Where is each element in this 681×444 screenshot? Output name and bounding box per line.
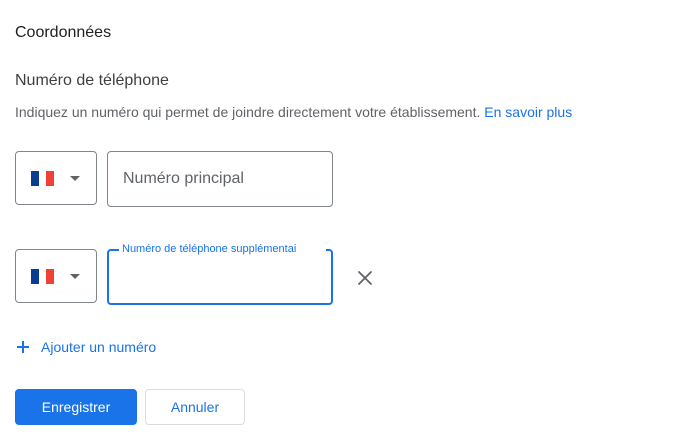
add-number-button[interactable]: Ajouter un numéro [15,337,156,357]
additional-country-select[interactable] [15,249,97,303]
add-number-label: Ajouter un numéro [41,339,157,355]
france-flag-icon [31,171,55,186]
section-title: Coordonnées [15,24,112,41]
save-button[interactable]: Enregistrer [15,389,137,425]
additional-phone-input[interactable] [107,249,333,305]
close-icon [358,271,372,285]
additional-phone-label: Numéro de téléphone supplémentai [119,242,326,256]
learn-more-link[interactable]: En savoir plus [484,104,572,120]
phone-field-title: Numéro de téléphone [15,72,169,89]
primary-country-select[interactable] [15,151,97,205]
phone-help-text: Indiquez un numéro qui permet de joindre… [15,103,572,121]
plus-icon [17,341,29,353]
remove-number-button[interactable] [352,265,378,291]
primary-phone-input[interactable] [107,151,333,207]
contact-details-form: Coordonnées Numéro de téléphone Indiquez… [0,0,681,444]
help-text-body: Indiquez un numéro qui permet de joindre… [15,104,481,120]
dropdown-arrow-icon [70,274,80,279]
france-flag-icon [31,269,55,284]
cancel-button[interactable]: Annuler [145,389,245,425]
dropdown-arrow-icon [70,176,80,181]
